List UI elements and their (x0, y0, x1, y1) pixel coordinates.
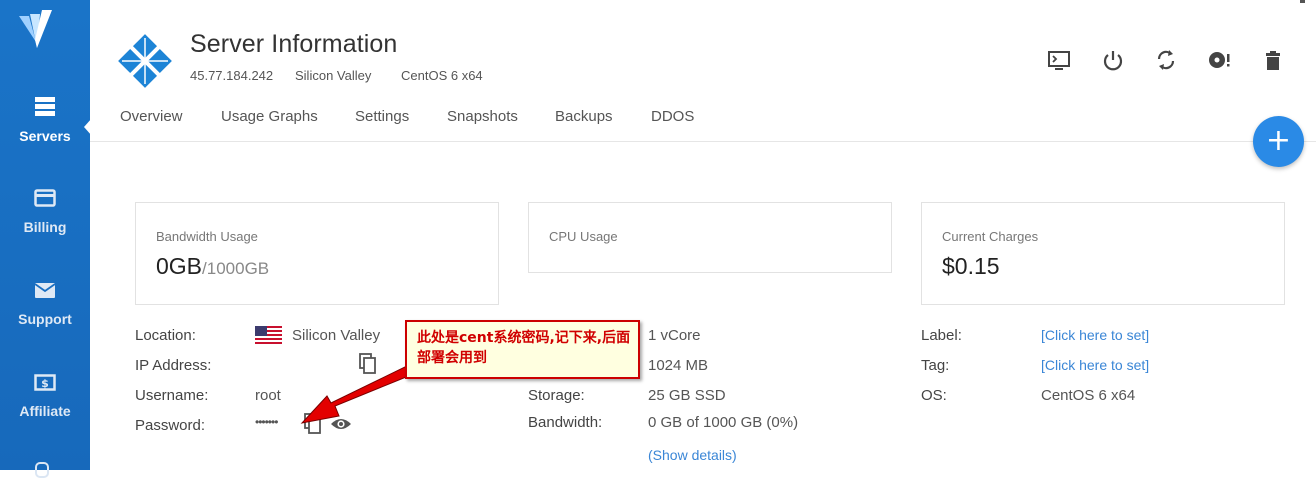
sidebar-item-affiliate[interactable]: $ Affiliate (0, 374, 90, 419)
console-icon[interactable] (1045, 46, 1073, 74)
server-location: Silicon Valley (295, 68, 372, 83)
reinstall-disk-icon[interactable] (1205, 46, 1233, 74)
corner-mark (1300, 0, 1305, 3)
set-tag-link[interactable]: [Click here to set] (1041, 357, 1149, 373)
annotation-callout: 此处是cent系统密码,记下来,后面部署会用到 (405, 320, 640, 379)
sidebar-item-servers[interactable]: Servers (0, 96, 90, 144)
card-label: Current Charges (942, 229, 1039, 244)
bandwidth-usage-card: Bandwidth Usage 0GB/1000GB (135, 202, 499, 305)
show-details-link[interactable]: (Show details) (648, 447, 737, 463)
tag-label: Tag: (921, 357, 950, 374)
us-flag-icon (255, 326, 282, 344)
sidebar-item-label: Servers (19, 128, 71, 144)
ip-address-label: IP Address: (135, 357, 212, 374)
cpu-usage-card: CPU Usage (528, 202, 892, 273)
storage-value: 25 GB SSD (648, 387, 726, 404)
envelope-icon (34, 283, 56, 298)
bandwidth-total: /1000GB (202, 259, 270, 278)
bandwidth-label: Bandwidth: (528, 414, 603, 431)
tab-usage-graphs[interactable]: Usage Graphs (221, 108, 318, 125)
password-value: ••••••• (255, 415, 278, 429)
sidebar-more-icon[interactable] (35, 462, 49, 478)
trash-icon[interactable] (1259, 46, 1287, 74)
password-label: Password: (135, 417, 206, 434)
credit-card-icon (34, 189, 56, 207)
os-value: CentOS 6 x64 (1041, 387, 1136, 404)
ram-value: 1024 MB (648, 357, 709, 374)
charges-value: $0.15 (942, 253, 1000, 279)
plus-icon: + (1265, 123, 1292, 158)
current-charges-card: Current Charges $0.15 (921, 202, 1285, 305)
add-button[interactable]: + (1253, 116, 1304, 167)
sidebar-item-label: Billing (23, 219, 67, 235)
sidebar: Servers Billing Support $ Affiliate (0, 0, 92, 478)
sidebar-item-support[interactable]: Support (0, 282, 90, 327)
server-ip: 45.77.184.242 (190, 68, 274, 83)
vultr-logo[interactable] (16, 8, 54, 48)
active-indicator (84, 118, 92, 136)
bandwidth-value: 0GB/1000GB (156, 253, 269, 280)
set-label-link[interactable]: [Click here to set] (1041, 327, 1149, 343)
power-icon[interactable] (1099, 46, 1127, 74)
card-label: Bandwidth Usage (156, 229, 258, 244)
svg-text:$: $ (41, 377, 49, 390)
tab-overview[interactable]: Overview (120, 108, 183, 125)
restart-icon[interactable] (1152, 46, 1180, 74)
username-value: root (255, 387, 281, 404)
bandwidth-detail-value: 0 GB of 1000 GB (0%) (648, 414, 799, 431)
bandwidth-used: 0GB (156, 253, 203, 279)
os-label: OS: (921, 387, 947, 404)
tab-settings[interactable]: Settings (355, 108, 409, 125)
page-title: Server Information (190, 30, 398, 58)
card-label: CPU Usage (549, 229, 618, 244)
annotation-text: 此处是cent系统密码,记下来,后面部署会用到 (417, 330, 631, 366)
tabs-divider (90, 141, 1316, 142)
sidebar-item-label: Affiliate (19, 403, 71, 419)
location-label: Location: (135, 327, 196, 344)
username-label: Username: (135, 387, 209, 404)
server-os: CentOS 6 x64 (401, 68, 483, 83)
servers-icon (35, 97, 55, 116)
tab-snapshots[interactable]: Snapshots (447, 108, 518, 125)
tab-backups[interactable]: Backups (555, 108, 613, 125)
dollar-icon: $ (34, 374, 56, 391)
sidebar-item-billing[interactable]: Billing (0, 189, 90, 235)
location-value: Silicon Valley (292, 327, 381, 344)
annotation-arrow (300, 363, 417, 424)
server-label-label: Label: (921, 327, 962, 344)
storage-label: Storage: (528, 387, 585, 404)
sidebar-item-label: Support (18, 311, 72, 327)
cpu-value: 1 vCore (648, 327, 701, 344)
tab-ddos[interactable]: DDOS (651, 108, 694, 125)
centos-logo (118, 34, 172, 88)
